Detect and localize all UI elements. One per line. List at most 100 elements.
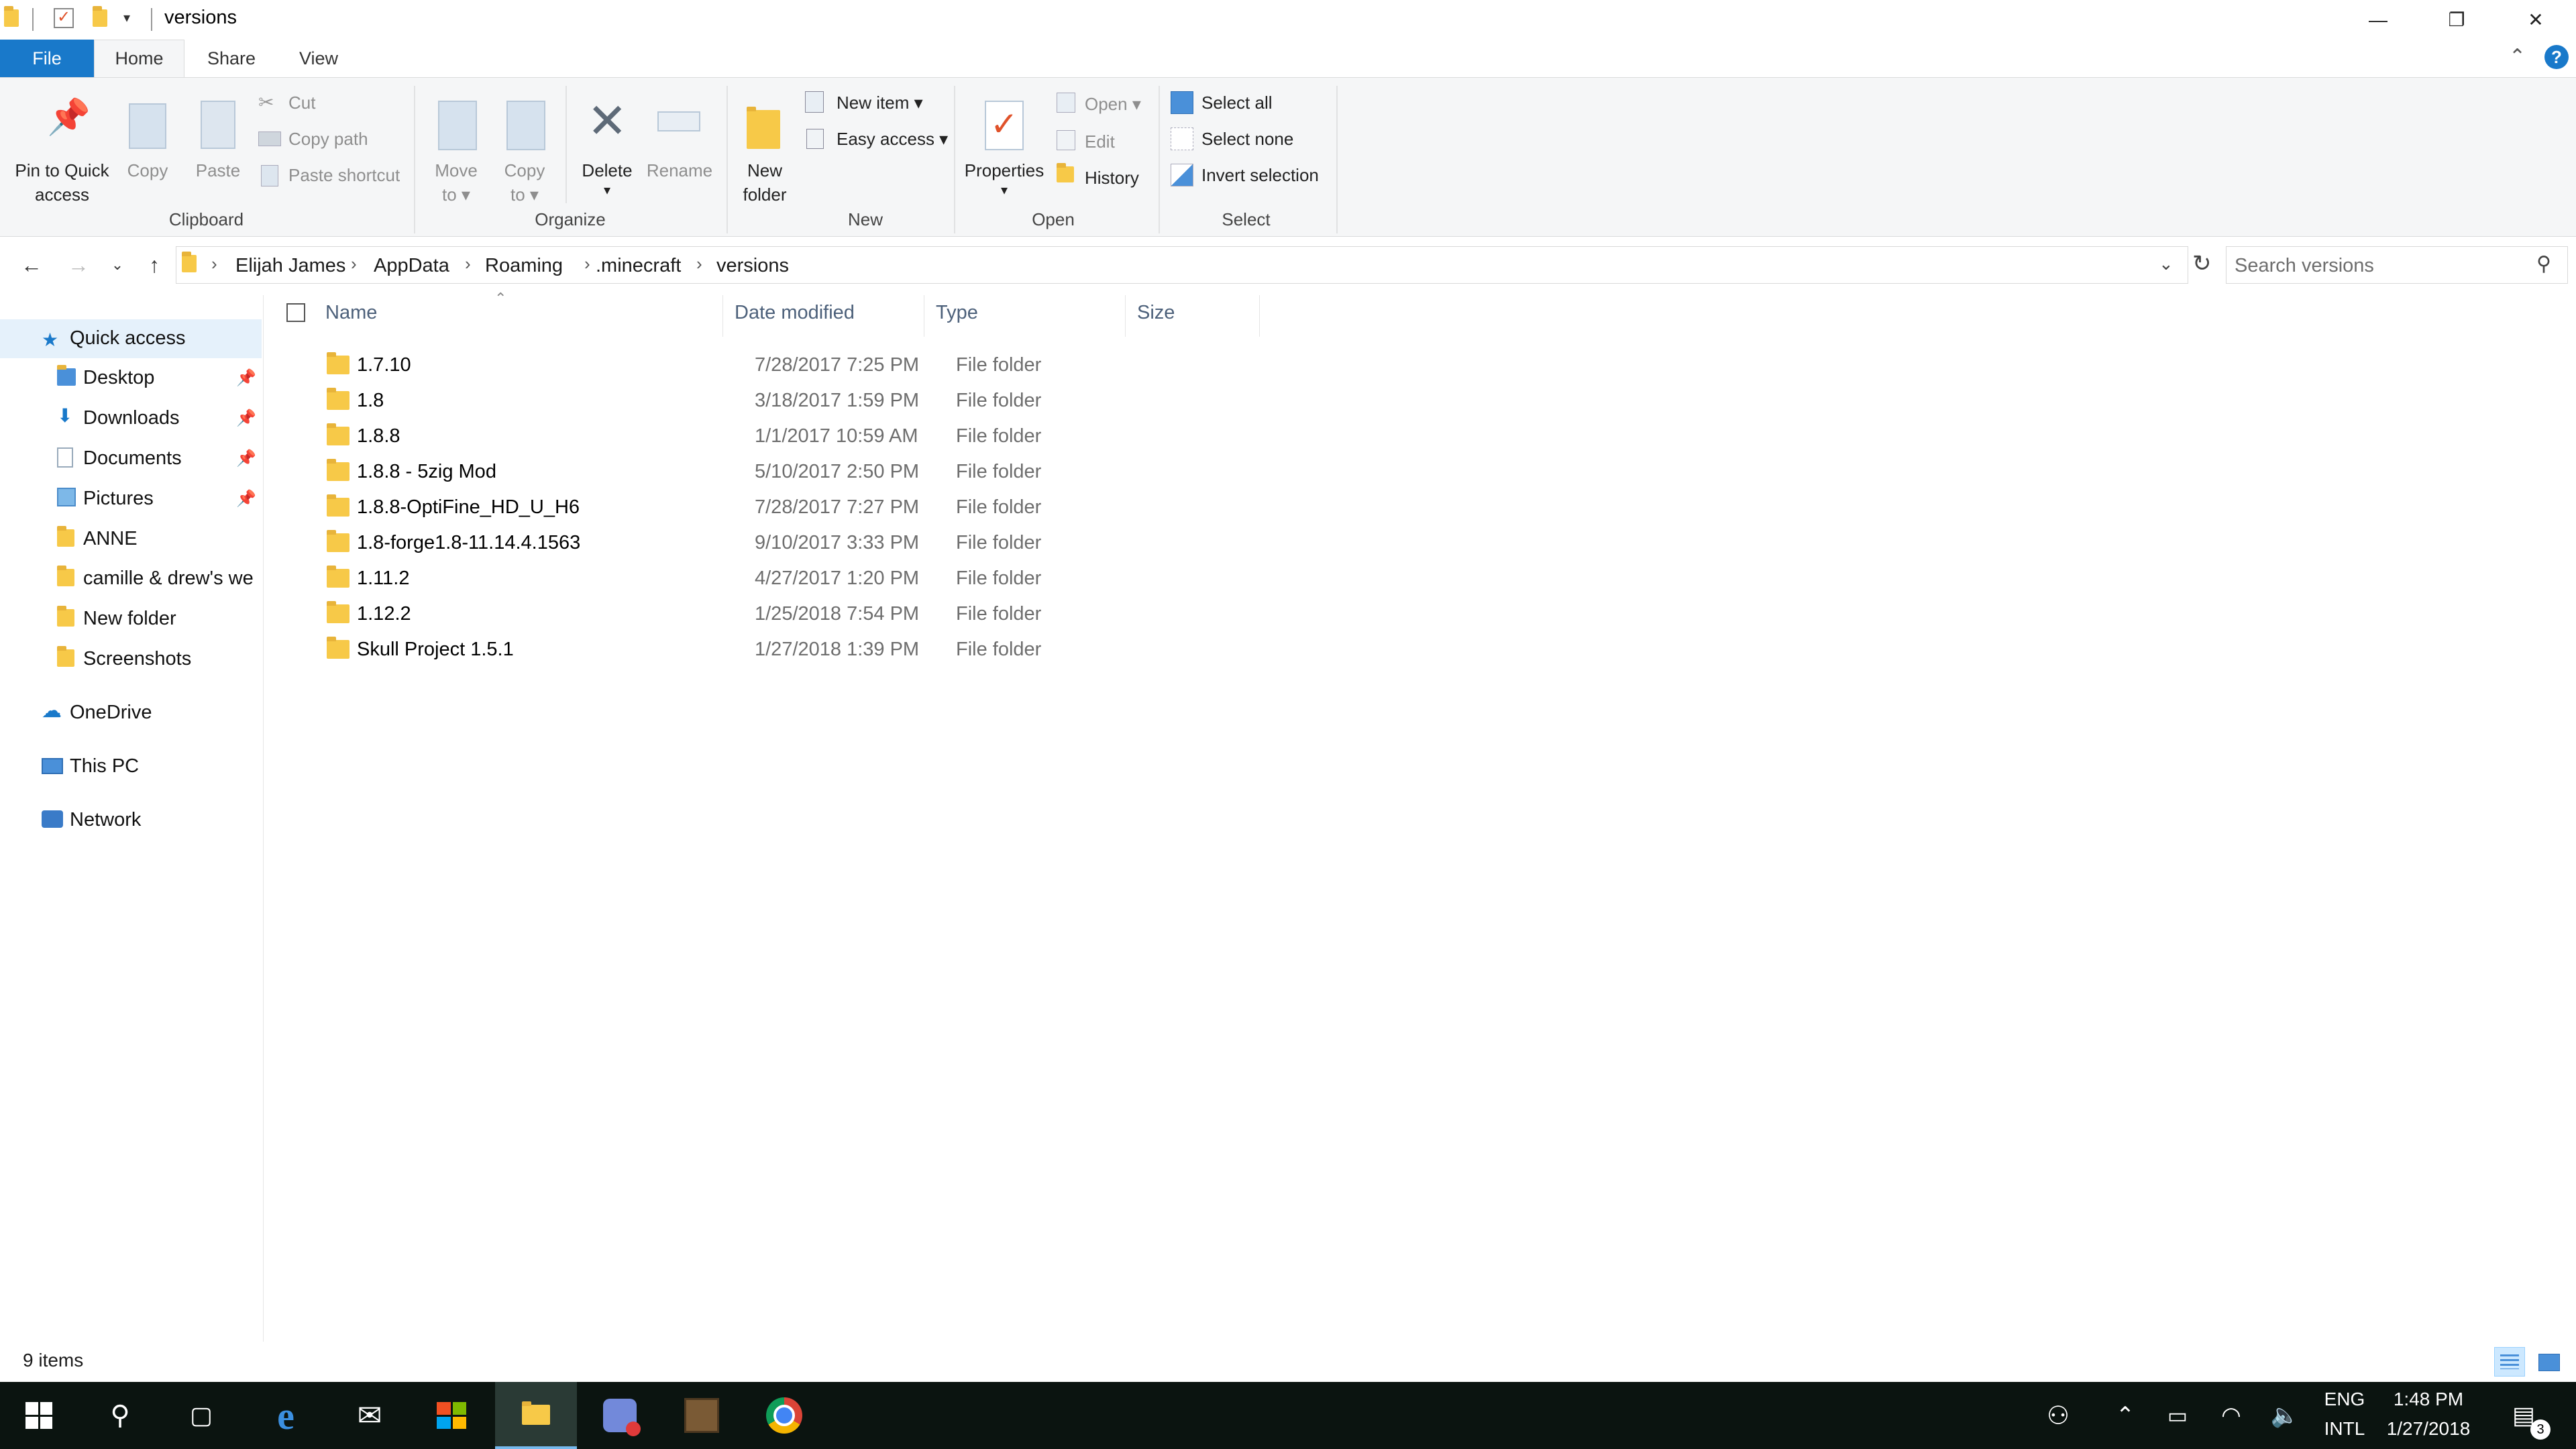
minimize-button[interactable]: —	[2338, 0, 2418, 40]
clock-time[interactable]: 1:48 PM	[2375, 1389, 2482, 1410]
recent-locations-button[interactable]: ⌄	[101, 250, 134, 280]
close-button[interactable]: ✕	[2496, 0, 2576, 40]
nav-folder-anne[interactable]: ANNE	[0, 520, 262, 559]
file-row[interactable]: 1.11.2 4/27/2017 1:20 PM File folder	[285, 561, 1332, 596]
file-row[interactable]: 1.8.8 1/1/2017 10:59 AM File folder	[285, 419, 1332, 454]
nav-quick-access[interactable]: ★ Quick access	[0, 319, 262, 358]
nav-folder-camille[interactable]: camille & drew's we	[0, 559, 262, 598]
delete-button[interactable]: ✕ Delete ▾	[574, 91, 641, 212]
ribbon: 📌 Pin to Quick access Copy Paste ✂ Cut C…	[0, 77, 2576, 237]
battery-icon[interactable]: ▭	[2153, 1391, 2202, 1440]
column-header-date[interactable]: Date modified	[735, 302, 855, 324]
file-type: File folder	[956, 496, 1042, 518]
language-indicator-top[interactable]: ENG	[2314, 1389, 2375, 1410]
column-separator[interactable]	[1125, 295, 1126, 337]
breadcrumb-roaming[interactable]: Roaming	[485, 255, 563, 277]
address-dropdown-icon[interactable]: ⌄	[2159, 254, 2174, 274]
nav-folder-screenshots[interactable]: Screenshots	[0, 640, 262, 679]
file-name: Skull Project 1.5.1	[357, 639, 514, 660]
new-folder-qat-icon[interactable]	[93, 6, 107, 27]
copy-to-button[interactable]: Copy to ▾	[494, 91, 555, 212]
pin-to-quick-access-button[interactable]: 📌 Pin to Quick access	[7, 91, 117, 212]
copy-to-icon	[506, 101, 545, 150]
search-icon[interactable]: ⚲	[2536, 252, 2551, 276]
volume-icon[interactable]: 🔈	[2261, 1391, 2309, 1440]
mail-icon[interactable]: ✉	[345, 1391, 394, 1440]
people-icon[interactable]: ⚇	[2034, 1391, 2082, 1440]
nav-network[interactable]: Network	[0, 801, 262, 840]
file-row[interactable]: 1.8.8 - 5zig Mod 5/10/2017 2:50 PM File …	[285, 454, 1332, 490]
organize-divider	[566, 86, 567, 203]
pin-icon: 📌	[236, 490, 256, 508]
file-row[interactable]: 1.8 3/18/2017 1:59 PM File folder	[285, 383, 1332, 419]
file-row[interactable]: 1.12.2 1/25/2018 7:54 PM File folder	[285, 596, 1332, 632]
language-indicator-bottom[interactable]: INTL	[2314, 1418, 2375, 1440]
file-row[interactable]: Skull Project 1.5.1 1/27/2018 1:39 PM Fi…	[285, 632, 1332, 667]
large-icons-view-icon	[2538, 1354, 2560, 1371]
properties-qat-icon[interactable]: ✓	[54, 8, 74, 28]
help-icon[interactable]: ?	[2544, 45, 2569, 69]
refresh-icon[interactable]: ↻	[2192, 250, 2212, 277]
search-icon[interactable]: ⚲	[96, 1391, 144, 1440]
column-header-type[interactable]: Type	[936, 302, 978, 324]
column-header-size[interactable]: Size	[1137, 302, 1175, 324]
wifi-icon[interactable]: ◠	[2207, 1391, 2255, 1440]
nav-downloads[interactable]: ⬇ Downloads 📌	[0, 399, 262, 438]
file-row[interactable]: 1.8.8-OptiFine_HD_U_H6 7/28/2017 7:27 PM…	[285, 490, 1332, 525]
collapse-ribbon-icon[interactable]: ⌃	[2509, 45, 2526, 68]
minecraft-launcher-icon[interactable]	[678, 1391, 726, 1440]
show-hidden-icons-icon[interactable]: ⌃	[2101, 1391, 2149, 1440]
nav-desktop[interactable]: Desktop 📌	[0, 359, 262, 398]
history-icon	[1057, 163, 1074, 182]
edge-browser-icon[interactable]: e	[262, 1391, 310, 1440]
restore-button[interactable]: ❐	[2416, 0, 2497, 40]
nav-onedrive[interactable]: ☁ OneDrive	[0, 694, 262, 733]
nav-pictures[interactable]: Pictures 📌	[0, 480, 262, 519]
breadcrumb-separator: ›	[584, 254, 590, 274]
column-separator[interactable]	[1259, 295, 1260, 337]
properties-button[interactable]: ✓ Properties ▾	[961, 91, 1048, 212]
file-explorer-icon	[522, 1401, 550, 1425]
nav-folder-new-folder[interactable]: New folder	[0, 600, 262, 639]
up-button[interactable]: ↑	[138, 250, 171, 280]
nav-documents[interactable]: Documents 📌	[0, 439, 262, 478]
file-row[interactable]: 1.8-forge1.8-11.14.4.1563 9/10/2017 3:33…	[285, 525, 1332, 561]
file-row[interactable]: 1.7.10 7/28/2017 7:25 PM File folder	[285, 347, 1332, 383]
breadcrumb-separator: ›	[351, 254, 357, 274]
tab-file[interactable]: File	[0, 40, 94, 77]
breadcrumb-minecraft[interactable]: .minecraft	[596, 255, 681, 277]
task-view-icon[interactable]: ▢	[177, 1391, 225, 1440]
folder-icon	[57, 526, 74, 547]
tab-share[interactable]: Share	[195, 40, 268, 77]
forward-button[interactable]: →	[62, 250, 95, 280]
select-all-label: Select all	[1201, 93, 1273, 113]
tab-view[interactable]: View	[282, 40, 356, 77]
discord-icon[interactable]	[596, 1391, 644, 1440]
nav-this-pc[interactable]: This PC	[0, 747, 262, 786]
column-header-name[interactable]: Name	[325, 302, 377, 324]
paste-button[interactable]: Paste	[191, 91, 245, 192]
store-icon[interactable]	[427, 1391, 476, 1440]
move-to-button[interactable]: Move to ▾	[426, 91, 486, 212]
file-type: File folder	[956, 568, 1042, 589]
chrome-icon[interactable]	[760, 1391, 808, 1440]
breadcrumb-elijah-james[interactable]: Elijah James	[235, 255, 345, 277]
clock-date[interactable]: 1/27/2018	[2375, 1418, 2482, 1440]
address-folder-icon	[182, 252, 197, 272]
tab-home[interactable]: Home	[94, 40, 184, 77]
file-explorer-taskbar-button[interactable]	[495, 1382, 577, 1449]
back-button[interactable]: ←	[15, 250, 48, 280]
select-all-checkbox[interactable]	[286, 303, 305, 322]
new-folder-button[interactable]: New folder	[735, 91, 795, 212]
search-field[interactable]: Search versions ⚲	[2226, 246, 2568, 284]
windows-start-icon[interactable]	[15, 1391, 63, 1440]
customize-qat-icon[interactable]: ▾	[123, 9, 130, 26]
address-field[interactable]: › Elijah James › AppData › Roaming › .mi…	[176, 246, 2188, 284]
column-separator[interactable]	[722, 295, 723, 337]
large-icons-view-button[interactable]	[2533, 1347, 2564, 1377]
rename-button[interactable]: Rename	[643, 91, 716, 192]
copy-button[interactable]: Copy	[121, 91, 174, 192]
breadcrumb-versions[interactable]: versions	[716, 255, 789, 277]
breadcrumb-appdata[interactable]: AppData	[374, 255, 449, 277]
details-view-button[interactable]	[2494, 1347, 2525, 1377]
